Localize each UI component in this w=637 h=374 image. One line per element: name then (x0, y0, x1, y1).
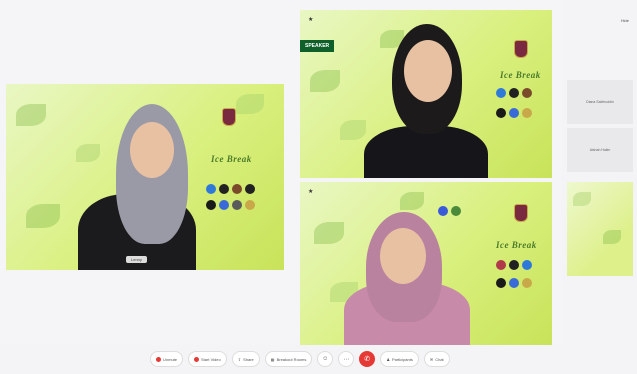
leaf-decoration (16, 104, 46, 126)
more-icon: ⋯ (343, 356, 350, 363)
sponsor-logo-icon (245, 200, 255, 210)
video-tile-top-right[interactable]: Ice Break ★ (300, 10, 552, 178)
sponsor-logo-icon (522, 88, 532, 98)
sponsor-logo-icon (509, 278, 519, 288)
leaf-decoration (340, 120, 366, 140)
participants-label: Participants (391, 356, 413, 362)
leave-call-button[interactable]: ✆ (359, 351, 376, 367)
sponsor-logos (206, 200, 255, 210)
university-crest-icon (514, 40, 528, 58)
sponsor-logo-icon (232, 184, 242, 194)
leaf-decoration (400, 192, 424, 210)
participant-card[interactable]: Diana Salehuddin (567, 80, 633, 124)
smile-icon: ☺ (322, 356, 329, 362)
people-icon: ♟ (386, 356, 390, 362)
sponsor-logo-icon (509, 260, 519, 270)
participant-name-tag: Lenny (126, 256, 147, 263)
leaf-decoration (603, 230, 621, 244)
share-icon: ⇧ (237, 356, 242, 362)
leaf-decoration (76, 144, 100, 162)
pin-star-icon[interactable]: ★ (308, 16, 313, 23)
participants-button[interactable]: ♟ Participants (380, 351, 419, 367)
speaker-label: SPEAKER (300, 40, 335, 52)
sponsor-logo-icon (496, 278, 506, 288)
sponsor-logo-icon (206, 200, 216, 210)
chat-button[interactable]: ✉ Chat (423, 351, 450, 367)
participant-face (380, 228, 426, 284)
sponsor-logo-icon (219, 200, 229, 210)
participant-card[interactable]: Aishah Halim (567, 128, 633, 172)
sponsor-logos (496, 260, 532, 270)
event-title: Ice Break (211, 154, 252, 164)
breakout-label: Breakout Rooms (276, 356, 307, 362)
sponsor-logo-icon (206, 184, 216, 194)
participant-face (130, 122, 174, 178)
more-options-button[interactable]: ⋯ (338, 351, 355, 367)
sponsor-logos (496, 88, 532, 98)
sponsor-logo-icon (219, 184, 229, 194)
leaf-decoration (236, 94, 264, 114)
sponsor-logo-icon (438, 206, 448, 216)
sponsor-logo-icon (232, 200, 242, 210)
participant-face (404, 40, 452, 102)
sponsor-logo-icon (496, 260, 506, 270)
video-tile-left[interactable]: Ice Break Lenny (6, 84, 284, 270)
leaf-decoration (310, 70, 340, 92)
participant-thumbnail[interactable] (567, 182, 633, 276)
reactions-button[interactable]: ☺ (317, 351, 334, 367)
event-title: Ice Break (496, 240, 537, 250)
sponsor-logo-icon (522, 278, 532, 288)
breakout-rooms-button[interactable]: ▦ Breakout Rooms (264, 351, 313, 367)
chat-icon: ✉ (429, 356, 434, 362)
sponsor-logos (438, 206, 461, 216)
hide-sidebar-button[interactable]: Hide (621, 18, 629, 23)
sponsor-logo-icon (522, 108, 532, 118)
sponsor-logo-icon (522, 260, 532, 270)
share-label: Share (243, 356, 254, 362)
video-stage: Ice Break Lenny Ice Break ★ SPEAKER Ice … (0, 0, 562, 345)
meeting-toolbar: Unmute Start Video ⇧ Share ▦ Breakout Ro… (150, 348, 632, 370)
leaf-decoration (573, 192, 591, 206)
sponsor-logo-icon (509, 108, 519, 118)
university-crest-icon (514, 204, 528, 222)
sponsor-logos (496, 278, 532, 288)
university-crest-icon (222, 108, 236, 126)
chat-label: Chat (435, 356, 444, 362)
phone-hangup-icon: ✆ (364, 356, 371, 363)
unmute-label: Unmute (163, 356, 178, 362)
share-button[interactable]: ⇧ Share (231, 351, 260, 367)
event-title: Ice Break (500, 70, 541, 80)
sponsor-logo-icon (245, 184, 255, 194)
sponsor-logo-icon (451, 206, 461, 216)
participant-sidebar: Hide Diana Salehuddin Aishah Halim (562, 0, 637, 345)
pin-star-icon[interactable]: ★ (308, 188, 313, 195)
sponsor-logos (206, 184, 255, 194)
sponsor-logo-icon (496, 88, 506, 98)
sponsor-logos (496, 108, 532, 118)
breakout-icon: ▦ (270, 356, 275, 362)
video-tile-bottom-right[interactable]: Ice Break ★ (300, 182, 552, 345)
start-video-button[interactable]: Start Video (188, 351, 227, 367)
start-video-label: Start Video (201, 356, 221, 362)
leaf-decoration (314, 222, 344, 244)
sponsor-logo-icon (496, 108, 506, 118)
sponsor-logo-icon (509, 88, 519, 98)
camera-icon (194, 356, 200, 362)
leaf-decoration (26, 204, 60, 228)
unmute-button[interactable]: Unmute (150, 351, 184, 367)
microphone-icon (156, 356, 161, 362)
